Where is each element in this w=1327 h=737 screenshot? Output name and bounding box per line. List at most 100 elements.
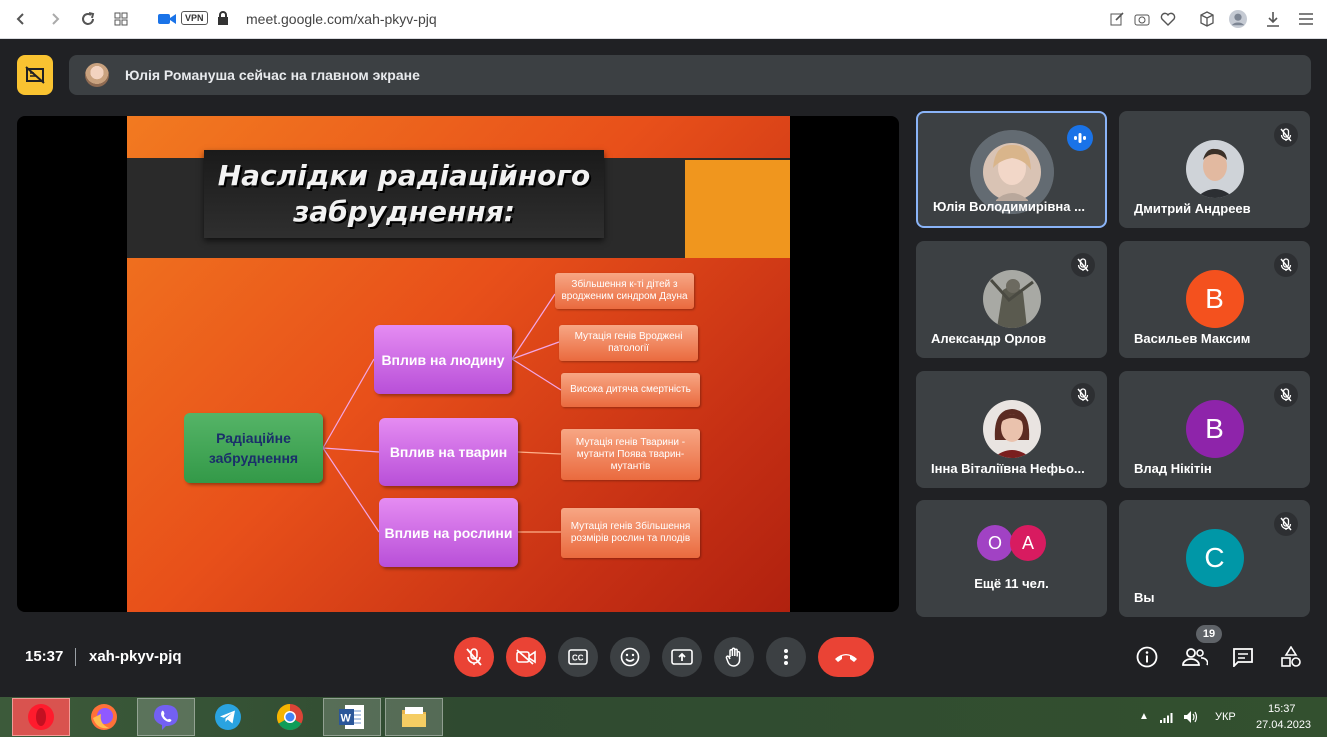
leaf-down-syndrome-label: Збільшення к-ті дітей з вродженим синдро… bbox=[561, 279, 688, 302]
camera-icon[interactable] bbox=[156, 8, 178, 30]
presenter-avatar bbox=[85, 63, 109, 87]
captions-icon: CC bbox=[568, 649, 588, 665]
leaf-animal-mutants-label: Мутація генів Тварини - мутанти Поява тв… bbox=[575, 436, 686, 472]
avatar bbox=[982, 270, 1041, 328]
branch-animals-label: Вплив на тварин bbox=[389, 444, 508, 460]
browser-toolbar: VPN meet.google.com/xah-pkyv-pjq bbox=[0, 0, 1327, 39]
network-signal-icon[interactable] bbox=[1159, 711, 1175, 723]
word-icon: W bbox=[339, 705, 364, 729]
captions-button[interactable]: CC bbox=[558, 637, 598, 677]
address-bar[interactable]: meet.google.com/xah-pkyv-pjq bbox=[246, 11, 437, 27]
folder-icon bbox=[402, 707, 426, 727]
mindmap-root-label: Радіаційне забруднення bbox=[208, 430, 299, 466]
explorer-taskbar-button[interactable] bbox=[385, 698, 443, 736]
edit-icon[interactable] bbox=[1108, 10, 1126, 28]
avatar: B bbox=[1185, 270, 1244, 328]
mic-off-icon bbox=[1274, 383, 1298, 407]
reload-icon[interactable] bbox=[77, 8, 99, 30]
clock-date[interactable]: 27.04.2023 bbox=[1256, 719, 1311, 731]
participant-name: Інна Віталіївна Нефьо... bbox=[931, 461, 1085, 476]
leaf-down-syndrome: Збільшення к-ті дітей з вродженим синдро… bbox=[555, 273, 694, 309]
branch-humans-label: Вплив на людину bbox=[381, 351, 505, 368]
tabs-grid-icon[interactable] bbox=[110, 8, 132, 30]
word-taskbar-button[interactable]: W bbox=[323, 698, 381, 736]
chrome-taskbar-button[interactable] bbox=[261, 698, 319, 736]
mindmap-root: Радіаційне забруднення bbox=[184, 413, 323, 483]
back-icon[interactable] bbox=[10, 8, 32, 30]
mic-off-icon bbox=[466, 648, 482, 666]
viber-taskbar-button[interactable] bbox=[137, 698, 195, 736]
firefox-taskbar-button[interactable] bbox=[75, 698, 133, 736]
stop-presentation-button[interactable] bbox=[17, 55, 53, 95]
forward-icon[interactable] bbox=[44, 8, 66, 30]
mic-off-icon bbox=[1274, 123, 1298, 147]
banner-text: Юлія Романуша сейчас на главном экране bbox=[125, 67, 420, 83]
meeting-code: xah-pkyv-pjq bbox=[89, 648, 182, 665]
presenting-banner: Юлія Романуша сейчас на главном экране bbox=[69, 55, 1311, 95]
emoji-icon bbox=[620, 647, 640, 667]
leaf-child-mortality-label: Висока дитяча смертність bbox=[570, 384, 691, 395]
cube-icon[interactable] bbox=[1198, 10, 1216, 28]
volume-icon[interactable] bbox=[1183, 710, 1199, 724]
info-icon bbox=[1136, 646, 1158, 668]
reactions-button[interactable] bbox=[610, 637, 650, 677]
leave-call-button[interactable] bbox=[818, 637, 874, 677]
participant-name: Васильев Максим bbox=[1134, 331, 1251, 346]
branch-plants: Вплив на рослини bbox=[379, 498, 518, 567]
chat-button[interactable] bbox=[1229, 643, 1257, 671]
participant-name: Вы bbox=[1134, 590, 1155, 605]
opera-taskbar-button[interactable] bbox=[12, 698, 70, 736]
vpn-badge[interactable]: VPN bbox=[181, 11, 208, 25]
camera-toggle-button[interactable] bbox=[506, 637, 546, 677]
branch-humans: Вплив на людину bbox=[374, 325, 512, 394]
telegram-taskbar-button[interactable] bbox=[199, 698, 257, 736]
profile-icon[interactable] bbox=[1229, 10, 1247, 28]
chrome-icon bbox=[276, 703, 303, 731]
clock-time[interactable]: 15:37 bbox=[1268, 703, 1296, 715]
shapes-icon bbox=[1281, 646, 1301, 667]
tray-expand-icon[interactable]: ▲ bbox=[1139, 711, 1149, 722]
hand-icon bbox=[725, 647, 741, 667]
activities-button[interactable] bbox=[1277, 643, 1305, 671]
viber-icon bbox=[154, 705, 178, 730]
language-indicator[interactable]: УКР bbox=[1215, 711, 1236, 723]
heart-icon[interactable] bbox=[1159, 10, 1177, 28]
main-stage[interactable]: Наслідки радіаційного забруднення: Радіа… bbox=[17, 116, 899, 612]
participant-tile[interactable]: B Влад Нікітін bbox=[1119, 371, 1310, 488]
avatar bbox=[1185, 140, 1244, 198]
telegram-icon bbox=[215, 704, 241, 730]
more-options-button[interactable] bbox=[766, 637, 806, 677]
participant-name: Дмитрий Андреев bbox=[1134, 201, 1251, 216]
mic-off-icon bbox=[1071, 383, 1095, 407]
menu-icon[interactable] bbox=[1297, 10, 1315, 28]
mic-toggle-button[interactable] bbox=[454, 637, 494, 677]
present-now-button[interactable] bbox=[662, 637, 702, 677]
avatar-initial: O bbox=[987, 532, 1002, 553]
more-participants-tile[interactable]: O A Ещё 11 чел. bbox=[916, 500, 1107, 617]
camera-off-icon bbox=[516, 649, 536, 665]
branch-animals: Вплив на тварин bbox=[379, 418, 518, 486]
presentation-off-icon bbox=[25, 66, 45, 84]
download-icon[interactable] bbox=[1264, 10, 1282, 28]
opera-icon bbox=[28, 704, 54, 730]
meeting-details-button[interactable] bbox=[1133, 643, 1161, 671]
participant-name: Юлія Володимирівна ... bbox=[933, 199, 1085, 214]
mic-off-icon bbox=[1274, 253, 1298, 277]
avatar-initial: C bbox=[1204, 542, 1225, 573]
participants-button[interactable] bbox=[1181, 643, 1209, 671]
participant-tile[interactable]: Інна Віталіївна Нефьо... bbox=[916, 371, 1107, 488]
self-tile[interactable]: C Вы bbox=[1119, 500, 1310, 617]
avatar-initial: B bbox=[1205, 413, 1224, 444]
participant-tile[interactable]: Юлія Володимирівна ... bbox=[916, 111, 1107, 228]
avatar-initial: A bbox=[1021, 532, 1034, 553]
taskbar: W ▲ УКР 15:37 27.04.2023 bbox=[0, 697, 1327, 737]
leaf-plant-size-label: Мутація генів Збільшення розмірів рослин… bbox=[570, 521, 691, 544]
leaf-mutation-human-label: Мутація генів Вроджені патології bbox=[574, 331, 683, 354]
participant-tile[interactable]: Дмитрий Андреев bbox=[1119, 111, 1310, 228]
mic-off-icon bbox=[1071, 253, 1095, 277]
more-participants-label: Ещё 11 чел. bbox=[974, 576, 1049, 591]
participant-tile[interactable]: B Васильев Максим bbox=[1119, 241, 1310, 358]
participant-tile[interactable]: Александр Орлов bbox=[916, 241, 1107, 358]
raise-hand-button[interactable] bbox=[714, 637, 754, 677]
snapshot-icon[interactable] bbox=[1133, 10, 1151, 28]
